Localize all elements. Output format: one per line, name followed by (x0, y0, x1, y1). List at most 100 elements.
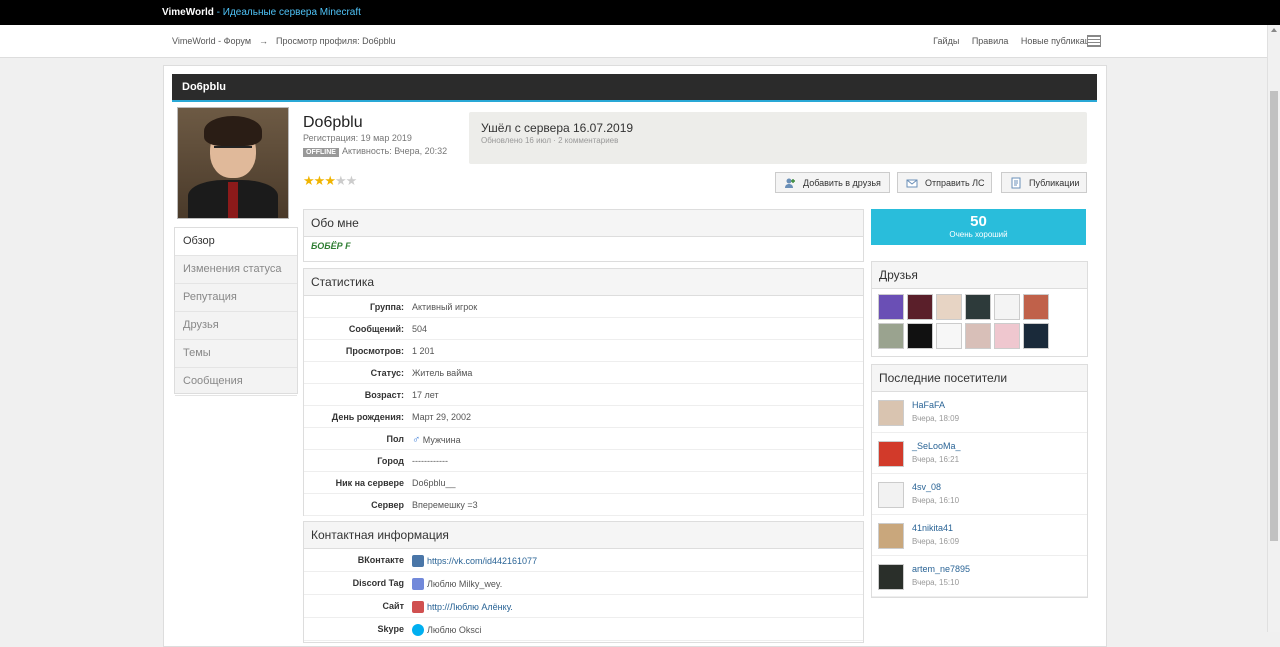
breadcrumb-arrow: → (259, 36, 269, 46)
contact-key: Skype (377, 624, 404, 634)
friend-avatar[interactable] (965, 323, 991, 349)
about-text: БОБЁР F (311, 241, 351, 251)
visitor-item[interactable]: HaFaFA Вчера, 18:09 (872, 392, 1087, 433)
visitors-panel: Последние посетители HaFaFA Вчера, 18:09 … (871, 364, 1088, 598)
posts-label: Публикации (1029, 178, 1080, 188)
nav-guides[interactable]: Гайды (933, 36, 959, 46)
stat-key: Просмотров: (345, 346, 404, 356)
visitor-name[interactable]: 41nikita41 (912, 523, 953, 533)
reputation-box[interactable]: 50 Очень хороший (871, 209, 1086, 245)
friend-avatar[interactable] (878, 323, 904, 349)
star-empty-icon: ★ (334, 173, 347, 188)
contact-value: Люблю Oksci (412, 624, 481, 636)
visitor-avatar[interactable] (878, 400, 904, 426)
vk-icon (412, 555, 424, 567)
visitor-name[interactable]: artem_ne7895 (912, 564, 970, 574)
friend-avatar[interactable] (936, 294, 962, 320)
stat-value: Do6pblu__ (412, 478, 456, 488)
visitor-time: Вчера, 16:10 (912, 496, 960, 505)
visitor-avatar[interactable] (878, 523, 904, 549)
stat-row: Возраст: 17 лет (304, 384, 863, 406)
brand-tagline[interactable]: Идеальные сервера Minecraft (223, 7, 361, 18)
skype-icon (412, 624, 424, 636)
stat-value-gender: ♂ Мужчина (412, 434, 461, 446)
brand-name[interactable]: VimeWorld (162, 7, 214, 18)
stat-row: День рождения: Март 29, 2002 (304, 406, 863, 428)
contact-key: ВКонтакте (357, 555, 404, 565)
discord-icon (412, 578, 424, 590)
posts-button[interactable]: Публикации (1001, 172, 1087, 193)
send-pm-button[interactable]: Отправить ЛС (897, 172, 992, 193)
stat-value: Вперемешку =3 (412, 500, 478, 510)
stat-row: Сообщений: 504 (304, 318, 863, 340)
star-empty-icon: ★ (345, 173, 358, 188)
stat-key: День рождения: (331, 412, 404, 422)
visitor-item[interactable]: _SeLooMa_ Вчера, 16:21 (872, 433, 1087, 474)
visitor-item[interactable]: 41nikita41 Вчера, 16:09 (872, 515, 1087, 556)
offline-badge: OFFLINE (303, 148, 339, 157)
stat-value: 504 (412, 324, 428, 334)
star-icon: ★ (313, 173, 326, 188)
friend-avatar[interactable] (907, 294, 933, 320)
status-meta[interactable]: Обновлено 16 июл · 2 комментариев (481, 136, 618, 145)
status-bubble[interactable]: Ушёл с сервера 16.07.2019 Обновлено 16 и… (469, 112, 1087, 164)
breadcrumb-home[interactable]: VimeWorld - Форум (172, 36, 251, 46)
vk-link[interactable]: https://vk.com/id442161077 (427, 556, 537, 566)
sidebar-item-reputation[interactable]: Репутация (175, 284, 297, 312)
visitor-avatar[interactable] (878, 564, 904, 590)
contact-row: Сайт http://Люблю Алёнку. (304, 595, 863, 618)
profile-header-title: Do6pblu (182, 81, 226, 93)
sidebar-item-topics[interactable]: Темы (175, 340, 297, 368)
stat-key: Возраст: (364, 390, 404, 400)
add-friend-button[interactable]: Добавить в друзья (775, 172, 890, 193)
visitor-item[interactable]: 4sv_08 Вчера, 16:10 (872, 474, 1087, 515)
top-bar: VimeWorld - Идеальные сервера Minecraft (0, 0, 1280, 25)
sidebar-item-messages[interactable]: Сообщения (175, 368, 297, 396)
visitor-time: Вчера, 16:21 (912, 455, 960, 464)
about-panel: Обо мне БОБЁР F (303, 209, 864, 262)
friend-avatar[interactable] (1023, 323, 1049, 349)
friend-avatar[interactable] (936, 323, 962, 349)
stat-value: 1 201 (412, 346, 435, 356)
visitor-name[interactable]: _SeLooMa_ (912, 441, 961, 451)
contact-title: Контактная информация (304, 522, 863, 549)
visitor-time: Вчера, 16:09 (912, 537, 960, 546)
stat-value: Март 29, 2002 (412, 412, 472, 422)
website-link[interactable]: http://Люблю Алёнку. (427, 602, 513, 612)
visitor-name[interactable]: 4sv_08 (912, 482, 941, 492)
scroll-up-icon[interactable] (1271, 28, 1277, 32)
visitor-time: Вчера, 15:10 (912, 578, 960, 587)
friends-title: Друзья (872, 262, 1087, 289)
contact-row: ВКонтакте https://vk.com/id442161077 (304, 549, 863, 572)
friend-avatar[interactable] (1023, 294, 1049, 320)
page-scrollbar[interactable] (1267, 25, 1280, 632)
contact-value: http://Люблю Алёнку. (412, 601, 513, 613)
add-user-icon (785, 178, 795, 188)
stat-row: Город ------------ (304, 450, 863, 472)
nav-rules[interactable]: Правила (972, 36, 1009, 46)
star-icon: ★ (324, 173, 336, 188)
contact-value: Люблю Milky_wey. (412, 578, 502, 590)
visitor-name[interactable]: HaFaFA (912, 400, 945, 410)
friend-avatar[interactable] (994, 323, 1020, 349)
profile-avatar[interactable] (177, 107, 289, 219)
rating-stars[interactable]: ★★★★★ (303, 173, 358, 189)
breadcrumb-current[interactable]: Просмотр профиля: Do6pblu (276, 36, 396, 46)
friend-avatar[interactable] (878, 294, 904, 320)
visitor-item[interactable]: artem_ne7895 Вчера, 15:10 (872, 556, 1087, 597)
friend-avatar[interactable] (965, 294, 991, 320)
menu-icon[interactable] (1087, 35, 1101, 47)
stat-key: Город (377, 456, 404, 466)
sidebar-item-overview[interactable]: Обзор (175, 228, 297, 256)
friend-avatar[interactable] (994, 294, 1020, 320)
scrollbar-thumb[interactable] (1270, 91, 1278, 541)
sidebar-item-status-changes[interactable]: Изменения статуса (175, 256, 297, 284)
nav-bar: VimeWorld - Форум → Просмотр профиля: Do6p… (0, 25, 1268, 58)
site-brand[interactable]: VimeWorld - Идеальные сервера Minecraft (162, 7, 361, 18)
visitor-avatar[interactable] (878, 482, 904, 508)
visitor-avatar[interactable] (878, 441, 904, 467)
send-pm-label: Отправить ЛС (925, 178, 985, 188)
sidebar-item-friends[interactable]: Друзья (175, 312, 297, 340)
friend-avatar[interactable] (907, 323, 933, 349)
last-activity: Активность: Вчера, 20:32 (341, 146, 448, 156)
